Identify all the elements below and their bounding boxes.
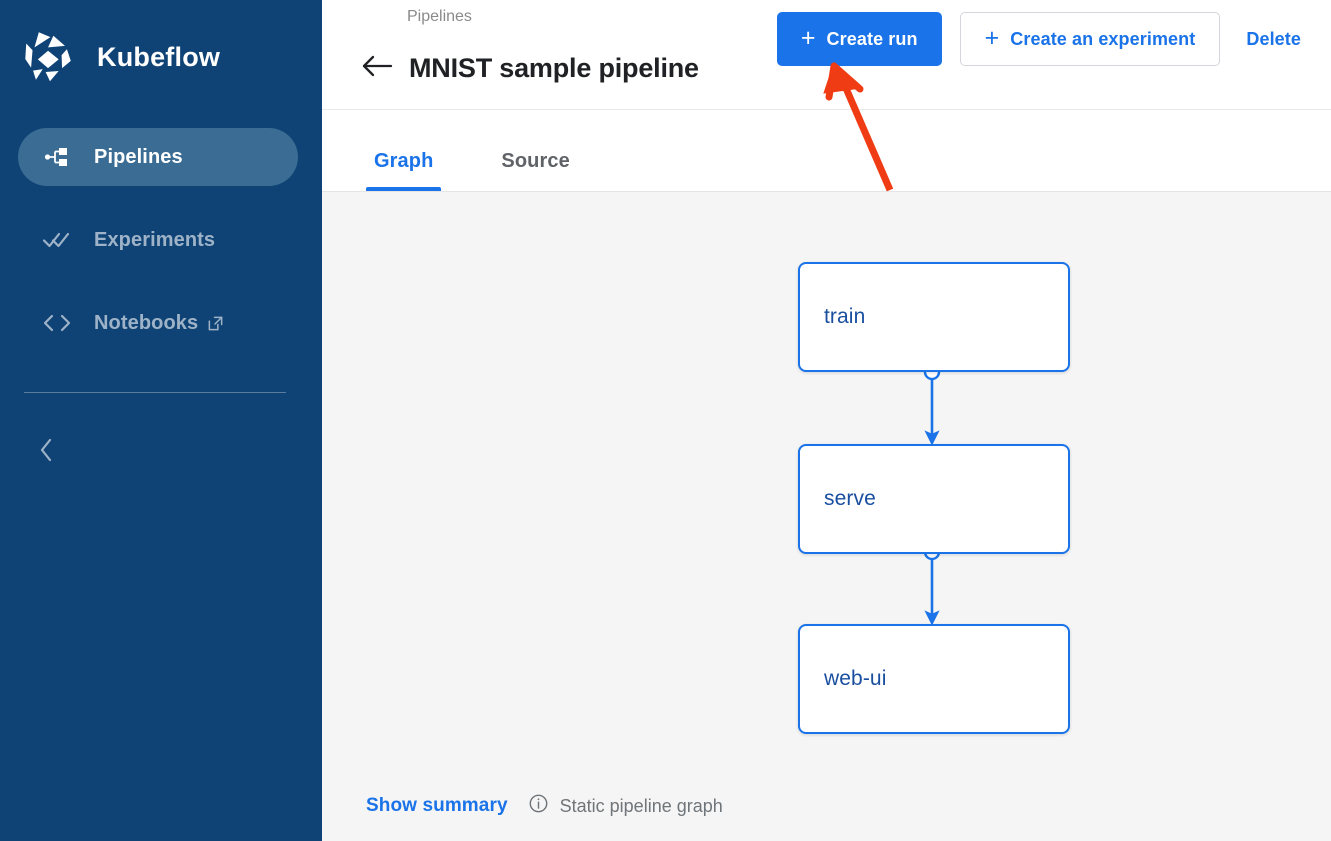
brand[interactable]: Kubeflow xyxy=(0,0,322,92)
node-label: serve xyxy=(824,487,876,510)
tab-graph[interactable]: Graph xyxy=(366,150,442,191)
plus-icon: + xyxy=(984,23,1000,52)
graph-footer: Show summary Static pipeline graph xyxy=(366,793,723,819)
pipelines-icon xyxy=(40,145,74,169)
title-row: MNIST sample pipeline xyxy=(357,48,699,88)
create-run-label: Create run xyxy=(826,28,918,49)
delete-label: Delete xyxy=(1246,28,1301,49)
chevron-left-icon xyxy=(37,437,57,468)
tab-source[interactable]: Source xyxy=(493,150,577,191)
sidebar-nav: Pipelines Experiments Notebooks xyxy=(0,128,322,352)
create-experiment-label: Create an experiment xyxy=(1010,28,1196,49)
graph-node-serve[interactable]: serve xyxy=(798,444,1070,554)
page-header: Pipelines MNIST sample pipeline + Create… xyxy=(322,0,1331,110)
delete-button[interactable]: Delete xyxy=(1238,12,1309,66)
brand-name: Kubeflow xyxy=(97,41,221,72)
create-run-button[interactable]: + Create run xyxy=(776,12,942,66)
node-label: train xyxy=(824,305,866,328)
create-experiment-button[interactable]: + Create an experiment xyxy=(959,12,1221,66)
sidebar-item-pipelines[interactable]: Pipelines xyxy=(18,128,298,186)
sidebar: Kubeflow Pipelines Experiments Notebooks xyxy=(0,0,322,841)
breadcrumb[interactable]: Pipelines xyxy=(407,8,472,26)
graph-node-web-ui[interactable]: web-ui xyxy=(798,624,1070,734)
sidebar-item-label: Notebooks xyxy=(94,311,199,334)
plus-icon: + xyxy=(800,23,816,52)
sidebar-item-label: Pipelines xyxy=(94,145,183,168)
pipeline-graph[interactable]: train serve web-ui xyxy=(322,192,1331,841)
tab-bar: Graph Source xyxy=(322,110,1331,192)
page-title: MNIST sample pipeline xyxy=(409,52,699,83)
main-content: Pipelines MNIST sample pipeline + Create… xyxy=(322,0,1331,841)
node-label: web-ui xyxy=(824,667,887,690)
graph-canvas-area: train serve web-ui Show summary Static p… xyxy=(322,192,1331,841)
arrow-left-icon xyxy=(360,53,394,84)
sidebar-divider xyxy=(24,392,286,393)
static-note-label: Static pipeline graph xyxy=(559,795,723,816)
kubeflow-logo xyxy=(18,26,80,88)
code-brackets-icon xyxy=(40,313,74,333)
external-link-icon xyxy=(207,315,224,332)
sidebar-item-label: Experiments xyxy=(94,228,216,251)
back-button[interactable] xyxy=(357,48,397,88)
sidebar-collapse-button[interactable] xyxy=(30,435,64,469)
static-pipeline-note: Static pipeline graph xyxy=(528,793,723,819)
sidebar-item-experiments[interactable]: Experiments xyxy=(18,211,298,269)
header-actions: + Create run + Create an experiment Dele… xyxy=(776,12,1309,66)
sidebar-item-notebooks[interactable]: Notebooks xyxy=(18,294,298,352)
show-summary-button[interactable]: Show summary xyxy=(366,795,508,817)
app-root: Kubeflow Pipelines Experiments Notebooks… xyxy=(0,0,1331,841)
experiments-icon xyxy=(40,229,74,251)
graph-node-train[interactable]: train xyxy=(798,262,1070,372)
info-icon xyxy=(528,793,549,819)
